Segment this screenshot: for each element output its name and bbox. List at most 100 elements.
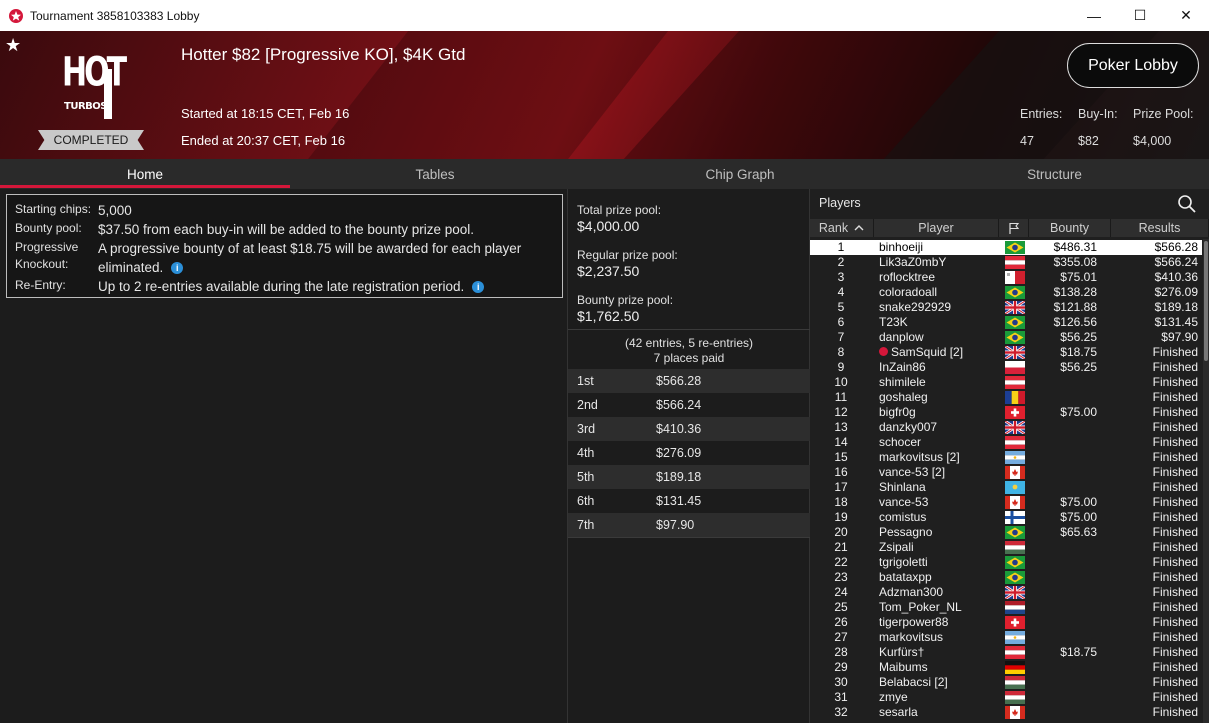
player-rank: 7 xyxy=(837,330,845,344)
tab-chip-graph[interactable]: Chip Graph xyxy=(580,159,900,189)
player-row[interactable]: 11 goshaleg Finished xyxy=(810,390,1202,405)
scrollbar-thumb[interactable] xyxy=(1204,241,1208,361)
player-row[interactable]: 13 danzky007 Finished xyxy=(810,420,1202,435)
player-row[interactable]: 15 markovitsus [2] Finished xyxy=(810,450,1202,465)
player-row[interactable]: 2 Lik3aZ0mbY $355.08 $566.24 xyxy=(810,255,1202,270)
player-row[interactable]: 23 batataxpp Finished xyxy=(810,570,1202,585)
player-name: bigfr0g xyxy=(879,405,916,419)
player-row[interactable]: 25 Tom_Poker_NL Finished xyxy=(810,600,1202,615)
column-header-bounty[interactable]: Bounty xyxy=(1029,219,1111,237)
tournament-name: Hotter $82 [Progressive KO], $4K Gtd xyxy=(181,45,466,64)
player-rank: 17 xyxy=(834,480,848,494)
player-row[interactable]: 26 tigerpower88 Finished xyxy=(810,615,1202,630)
player-row[interactable]: 18 vance-53 $75.00 Finished xyxy=(810,495,1202,510)
player-result: Finished xyxy=(1152,465,1198,479)
player-row[interactable]: 8 SamSquid [2] $18.75 Finished xyxy=(810,345,1202,360)
player-row[interactable]: 22 tgrigoletti Finished xyxy=(810,555,1202,570)
player-name: danplow xyxy=(879,330,924,344)
payout-row: 7th $97.90 xyxy=(568,513,810,537)
payout-place: 3rd xyxy=(577,422,596,436)
player-row[interactable]: 5 snake292929 $121.88 $189.18 xyxy=(810,300,1202,315)
close-button[interactable]: ✕ xyxy=(1163,0,1209,31)
entries-note: (42 entries, 5 re-entries) xyxy=(624,336,754,350)
player-name: sesarla xyxy=(879,705,918,719)
hungary-flag xyxy=(1005,691,1025,704)
prize-pool-label: Prize Pool: xyxy=(1133,107,1194,121)
player-row[interactable]: 20 Pessagno $65.63 Finished xyxy=(810,525,1202,540)
player-name: schocer xyxy=(879,435,922,449)
starting-chips-value: 5,000 xyxy=(98,203,132,218)
player-row[interactable]: 27 markovitsus Finished xyxy=(810,630,1202,645)
player-row[interactable]: 19 comistus $75.00 Finished xyxy=(810,510,1202,525)
player-name: comistus xyxy=(879,510,927,524)
player-row[interactable]: 24 Adzman300 Finished xyxy=(810,585,1202,600)
tab-home[interactable]: Home xyxy=(0,159,290,189)
entries-label: Entries: xyxy=(1020,107,1063,121)
player-bounty: $75.00 xyxy=(1060,405,1097,419)
player-row[interactable]: 21 Zsipali Finished xyxy=(810,540,1202,555)
player-name: vance-53 xyxy=(879,495,929,509)
player-row[interactable]: 7 danplow $56.25 $97.90 xyxy=(810,330,1202,345)
column-header-rank[interactable]: Rank xyxy=(810,219,874,237)
player-row[interactable]: 17 Shinlana Finished xyxy=(810,480,1202,495)
status-badge: COMPLETED xyxy=(38,130,144,150)
player-row[interactable]: 12 bigfr0g $75.00 Finished xyxy=(810,405,1202,420)
finland-flag xyxy=(1005,511,1025,524)
player-row[interactable]: 29 Maibums Finished xyxy=(810,660,1202,675)
player-row[interactable]: 3 roflocktree $75.01 $410.36 xyxy=(810,270,1202,285)
player-row[interactable]: 16 vance-53 [2] Finished xyxy=(810,465,1202,480)
players-panel: Players Rank Player Bounty Results 1 binh… xyxy=(810,189,1209,723)
player-result: Finished xyxy=(1152,690,1198,704)
player-row[interactable]: 9 InZain86 $56.25 Finished xyxy=(810,360,1202,375)
switzerland-flag xyxy=(1005,406,1025,419)
rank-header-label: Rank xyxy=(818,221,849,235)
players-scrollbar[interactable] xyxy=(1203,239,1209,723)
player-name: Adzman300 xyxy=(879,585,944,599)
minimize-button[interactable]: — xyxy=(1071,0,1117,31)
info-icon[interactable]: i xyxy=(171,262,184,275)
tab-structure[interactable]: Structure xyxy=(900,159,1209,189)
player-row[interactable]: 32 sesarla Finished xyxy=(810,705,1202,720)
favorite-star-icon[interactable]: ★ xyxy=(5,35,21,56)
player-result: $131.45 xyxy=(1154,315,1198,329)
player-row[interactable]: 1 binhoeiji $486.31 $566.28 xyxy=(810,240,1202,255)
column-header-results[interactable]: Results xyxy=(1111,219,1209,237)
player-row[interactable]: 31 zmye Finished xyxy=(810,690,1202,705)
player-rank: 23 xyxy=(834,570,848,584)
player-result: Finished xyxy=(1152,570,1198,584)
pokerstars-star-icon xyxy=(879,347,888,356)
player-row[interactable]: 30 Belabacsi [2] Finished xyxy=(810,675,1202,690)
malta-flag xyxy=(1005,271,1025,284)
reentry-label: Re-Entry: xyxy=(15,278,66,292)
player-bounty: $75.00 xyxy=(1060,510,1097,524)
brazil-flag xyxy=(1005,556,1025,569)
player-row[interactable]: 4 coloradoall $138.28 $276.09 xyxy=(810,285,1202,300)
bounty-pool-label: Bounty pool: xyxy=(15,221,82,235)
poker-lobby-button[interactable]: Poker Lobby xyxy=(1067,43,1199,88)
player-name: roflocktree xyxy=(879,270,936,284)
player-bounty: $138.28 xyxy=(1053,285,1097,299)
player-result: Finished xyxy=(1152,435,1198,449)
column-header-country[interactable] xyxy=(999,219,1029,237)
player-result: $566.24 xyxy=(1154,255,1198,269)
column-header-player[interactable]: Player xyxy=(874,219,999,237)
player-row[interactable]: 14 schocer Finished xyxy=(810,435,1202,450)
maximize-button[interactable]: ☐ xyxy=(1117,0,1163,31)
netherlands-flag xyxy=(1005,601,1025,614)
tab-tables[interactable]: Tables xyxy=(290,159,580,189)
player-result: Finished xyxy=(1152,420,1198,434)
player-rank: 8 xyxy=(837,345,845,359)
player-rank: 15 xyxy=(834,450,848,464)
info-icon[interactable]: i xyxy=(472,281,485,294)
player-result: Finished xyxy=(1152,345,1198,359)
payout-row: 1st $566.28 xyxy=(568,369,810,393)
search-icon[interactable] xyxy=(1177,194,1197,214)
player-rank: 12 xyxy=(834,405,848,419)
player-row[interactable]: 10 shimilele Finished xyxy=(810,375,1202,390)
player-result: Finished xyxy=(1152,705,1198,719)
player-row[interactable]: 6 T23K $126.56 $131.45 xyxy=(810,315,1202,330)
brazil-flag xyxy=(1005,241,1025,254)
player-row[interactable]: 28 Kurfürs† $18.75 Finished xyxy=(810,645,1202,660)
player-name: tigerpower88 xyxy=(879,615,949,629)
player-rank: 10 xyxy=(834,375,848,389)
